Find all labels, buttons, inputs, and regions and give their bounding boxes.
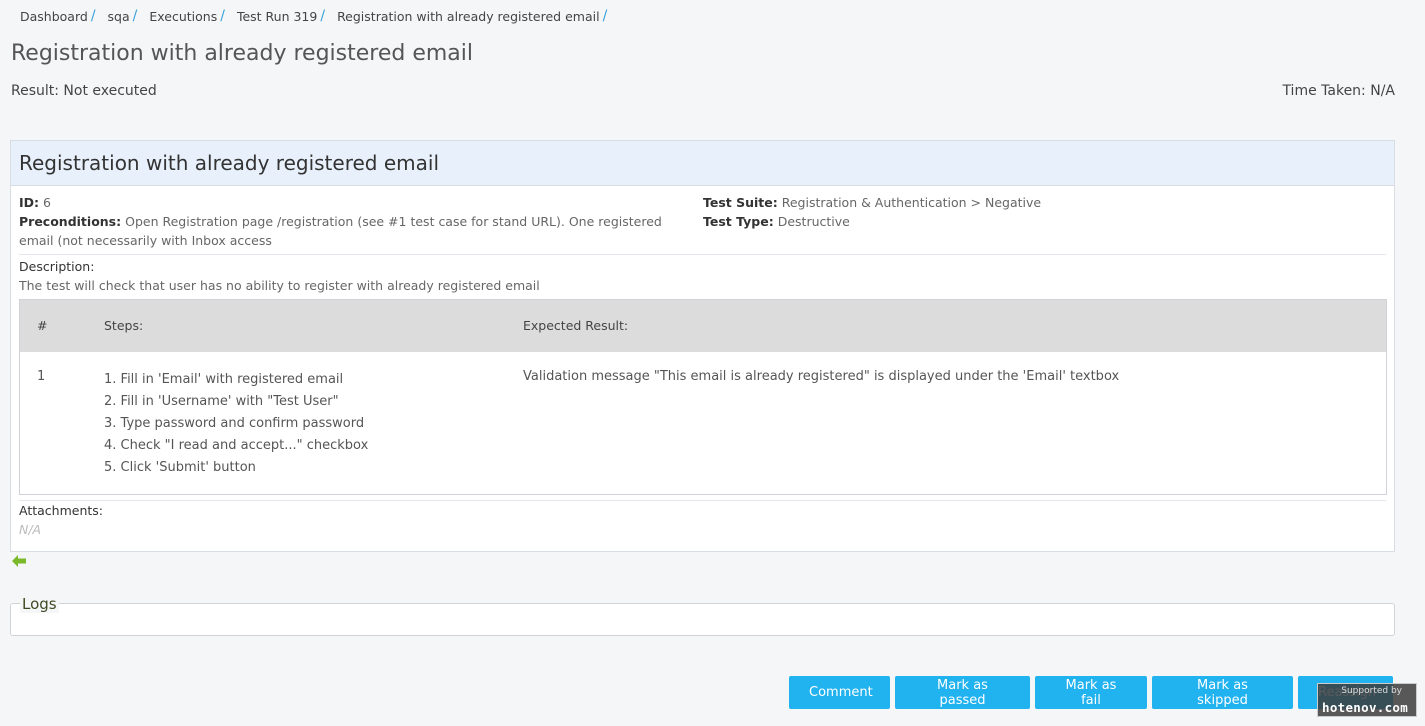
watermark-badge: Supported by hotenov.com xyxy=(1317,683,1417,717)
step-number: 1 xyxy=(37,369,46,384)
breadcrumb-item-current[interactable]: Registration with already registered ema… xyxy=(337,8,619,24)
breadcrumb-item-test-run[interactable]: Test Run 319 / xyxy=(237,8,337,24)
case-suite-value: Registration & Authentication > Negative xyxy=(781,195,1042,210)
case-description-value: The test will check that user has no abi… xyxy=(19,278,540,293)
steps-list: 1. Fill in 'Email' with registered email… xyxy=(104,369,368,479)
watermark-bottom-text: hotenov.com xyxy=(1322,700,1409,715)
attachments-label: Attachments: xyxy=(19,503,104,518)
case-type-label: Test Type: xyxy=(703,214,774,229)
case-preconditions-line: Preconditions: Open Registration page /r… xyxy=(19,212,699,250)
case-id-value: 6 xyxy=(43,195,51,210)
list-item: 3. Type password and confirm password xyxy=(104,416,365,431)
case-id-line: ID: 6 xyxy=(19,193,699,212)
list-item: 2. Fill in 'Username' with "Test User" xyxy=(104,394,339,409)
page-title: Registration with already registered ema… xyxy=(11,41,473,66)
case-type-value: Destructive xyxy=(777,214,850,229)
column-header-expected: Expected Result: xyxy=(523,318,629,333)
logs-label: Logs xyxy=(20,595,59,613)
steps-table-header: # Steps: Expected Result: xyxy=(20,300,1386,352)
breadcrumb-item-executions[interactable]: Executions / xyxy=(149,8,237,24)
back-arrow-icon[interactable] xyxy=(11,554,27,568)
result-status: Result: Not executed xyxy=(11,83,157,99)
divider xyxy=(19,500,1386,501)
time-taken: Time Taken: N/A xyxy=(1282,83,1395,99)
breadcrumb-link[interactable]: Executions xyxy=(149,9,217,24)
case-suite-line: Test Suite: Registration & Authenticatio… xyxy=(703,193,1383,212)
breadcrumb-link[interactable]: Registration with already registered ema… xyxy=(337,9,600,24)
list-item: 4. Check "I read and accept..." checkbox xyxy=(104,438,369,453)
comment-button[interactable]: Comment xyxy=(789,676,890,709)
case-description-label: Description: xyxy=(19,259,95,274)
breadcrumb-separator: / xyxy=(220,8,225,24)
test-case-meta-left: ID: 6 Preconditions: Open Registration p… xyxy=(19,193,699,250)
case-id-label: ID: xyxy=(19,195,40,210)
test-case-title: Registration with already registered ema… xyxy=(11,141,1394,186)
list-item: 5. Click 'Submit' button xyxy=(104,460,256,475)
attachments-value: N/A xyxy=(19,522,42,537)
column-header-num: # xyxy=(37,318,48,333)
case-suite-label: Test Suite: xyxy=(703,195,778,210)
mark-passed-button[interactable]: Mark as passed xyxy=(895,676,1030,709)
divider xyxy=(19,254,1386,255)
test-case-meta-right: Test Suite: Registration & Authenticatio… xyxy=(703,193,1383,231)
case-description: Description: The test will check that us… xyxy=(19,257,540,295)
breadcrumb-link[interactable]: Dashboard xyxy=(20,9,88,24)
breadcrumb-link[interactable]: sqa xyxy=(108,9,130,24)
action-bar: Comment Mark as passed Mark as fail Mark… xyxy=(789,676,1393,709)
list-item: 1. Fill in 'Email' with registered email xyxy=(104,372,344,387)
mark-skipped-button[interactable]: Mark as skipped xyxy=(1152,676,1293,709)
case-type-line: Test Type: Destructive xyxy=(703,212,1383,231)
breadcrumb-item-sqa[interactable]: sqa / xyxy=(108,8,150,24)
breadcrumb-separator: / xyxy=(602,8,608,24)
breadcrumb-separator: / xyxy=(320,8,326,24)
breadcrumb-separator: / xyxy=(132,8,138,24)
breadcrumb-link[interactable]: Test Run 319 xyxy=(237,9,317,24)
breadcrumb: Dashboard / sqa / Executions / Test Run … xyxy=(20,8,619,24)
test-case-panel: Registration with already registered ema… xyxy=(10,140,1395,552)
breadcrumb-separator: / xyxy=(90,8,96,24)
case-preconditions-label: Preconditions: xyxy=(19,214,122,229)
column-header-steps: Steps: xyxy=(104,318,144,333)
breadcrumb-item-dashboard[interactable]: Dashboard / xyxy=(20,8,108,24)
expected-result: Validation message "This email is alread… xyxy=(523,369,1120,384)
steps-table: # Steps: Expected Result: 1 1. Fill in '… xyxy=(19,299,1387,495)
logs-panel: Logs xyxy=(10,595,1395,636)
watermark-top-text: Supported by xyxy=(1341,686,1402,696)
mark-fail-button[interactable]: Mark as fail xyxy=(1035,676,1147,709)
